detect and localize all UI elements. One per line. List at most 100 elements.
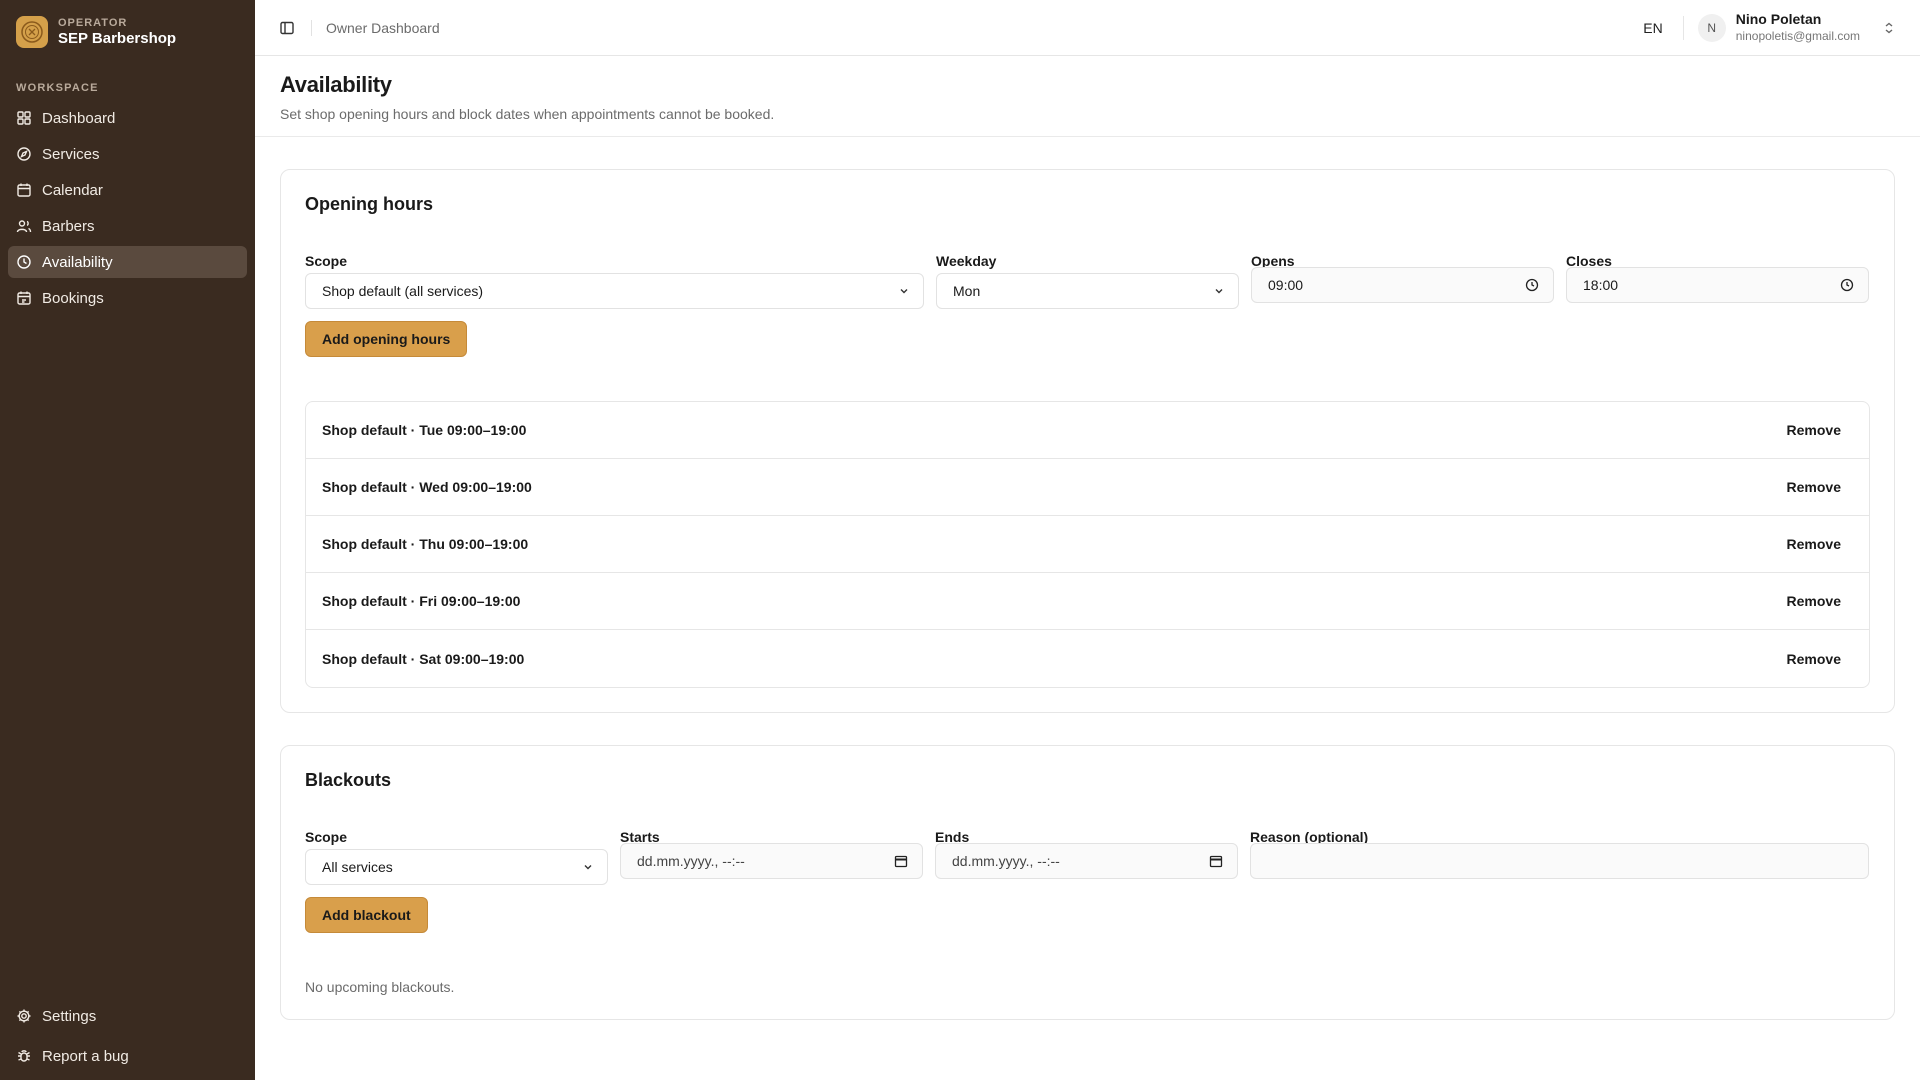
nav-section-label: WORKSPACE	[16, 82, 99, 94]
bo-scope-label: Scope	[305, 829, 348, 845]
opening-hours-title: Opening hours	[305, 194, 433, 214]
remove-button[interactable]: Remove	[1787, 422, 1841, 438]
bo-scope-field: Scope All services	[305, 829, 608, 885]
gear-icon	[17, 1009, 31, 1023]
oh-opens-field: Opens 09:00	[1251, 253, 1554, 303]
users-icon	[16, 220, 32, 233]
language-switcher[interactable]: EN	[1643, 20, 1662, 36]
app-root: OPERATOR SEP Barbershop WORKSPACE Dashbo…	[0, 0, 1920, 1080]
sidebar-item-label: Bookings	[42, 289, 104, 307]
hours-row-text: Shop default · Thu 09:00–19:00	[322, 536, 529, 552]
user-separator	[1682, 15, 1684, 40]
user-menu[interactable]: N Nino Poletan ninopoletis@gmail.com	[1697, 11, 1896, 44]
calendar-icon[interactable]	[894, 854, 908, 868]
calendar-icon	[17, 183, 31, 197]
remove-button[interactable]: Remove	[1787, 593, 1841, 609]
topbar: Owner Dashboard EN N Nino Poletan ninopo…	[255, 0, 1920, 56]
sidebar-toggle-icon	[280, 21, 294, 34]
oh-closes-value: 18:00	[1583, 277, 1619, 293]
page-title: Availability	[280, 72, 392, 97]
opening-hours-list: Shop default · Tue 09:00–19:00 Remove Sh…	[305, 401, 1870, 688]
blackouts-title: Blackouts	[305, 770, 392, 790]
chevron-down-icon	[584, 865, 592, 870]
breadcrumb[interactable]: Owner Dashboard	[326, 20, 440, 36]
calendar-check-icon	[17, 291, 31, 305]
calendar-icon[interactable]	[1209, 854, 1223, 868]
content: Opening hours Scope Shop default (all se…	[255, 137, 1920, 1020]
hours-row-text: Shop default · Tue 09:00–19:00	[322, 422, 527, 438]
chevron-up-down-icon	[1885, 22, 1893, 33]
chevron-down-icon	[900, 289, 908, 294]
list-item: Shop default · Fri 09:00–19:00 Remove	[306, 573, 1869, 630]
sidebar: OPERATOR SEP Barbershop WORKSPACE Dashbo…	[0, 0, 255, 1080]
barbershop-logo-icon	[16, 16, 48, 48]
bug-icon	[18, 1050, 30, 1062]
sidebar-toggle-button[interactable]	[273, 14, 301, 42]
oh-scope-label: Scope	[305, 253, 348, 269]
oh-opens-value: 09:00	[1268, 277, 1304, 293]
sidebar-item-label: Services	[42, 145, 100, 163]
main-area: Owner Dashboard EN N Nino Poletan ninopo…	[255, 0, 1920, 1080]
oh-weekday-label: Weekday	[936, 253, 997, 269]
sidebar-item-label: Settings	[42, 1007, 97, 1025]
clock-icon[interactable]	[1525, 278, 1539, 292]
brand-text: OPERATOR SEP Barbershop	[58, 17, 176, 47]
user-email: ninopoletis@gmail.com	[1735, 28, 1860, 43]
bo-reason-field: Reason (optional)	[1250, 829, 1869, 879]
sidebar-item-settings[interactable]: Settings	[8, 1000, 247, 1032]
remove-button[interactable]: Remove	[1787, 536, 1841, 552]
user-name: Nino Poletan	[1735, 11, 1822, 28]
brand-name: SEP Barbershop	[58, 29, 177, 47]
oh-weekday-value: Mon	[953, 283, 981, 299]
bo-ends-field: Ends dd.mm.yyyy., --:--	[935, 829, 1238, 879]
avatar: N	[1697, 13, 1726, 42]
sidebar-item-availability[interactable]: Availability	[8, 246, 247, 278]
sidebar-nav: Dashboard Services Calendar Barbers Avai…	[0, 102, 255, 314]
bo-reason-input[interactable]	[1250, 843, 1869, 879]
bo-scope-select[interactable]: All services	[305, 849, 608, 885]
clock-icon[interactable]	[1840, 278, 1854, 292]
oh-closes-input[interactable]: 18:00	[1566, 267, 1869, 303]
brand-overline: OPERATOR	[58, 17, 128, 30]
sidebar-item-label: Dashboard	[42, 109, 116, 127]
list-item: Shop default · Thu 09:00–19:00 Remove	[306, 516, 1869, 573]
hours-row-text: Shop default · Sat 09:00–19:00	[322, 650, 525, 667]
oh-scope-select[interactable]: Shop default (all services)	[305, 273, 924, 309]
bo-ends-placeholder: dd.mm.yyyy., --:--	[952, 853, 1060, 869]
page-subtitle: Set shop opening hours and block dates w…	[280, 106, 775, 122]
bo-starts-placeholder: dd.mm.yyyy., --:--	[637, 853, 745, 869]
sidebar-item-bookings[interactable]: Bookings	[8, 282, 247, 314]
list-item: Shop default · Sat 09:00–19:00 Remove	[306, 630, 1869, 687]
list-item: Shop default · Tue 09:00–19:00 Remove	[306, 402, 1869, 459]
bo-ends-input[interactable]: dd.mm.yyyy., --:--	[935, 843, 1238, 879]
oh-weekday-field: Weekday Mon	[936, 253, 1239, 309]
oh-closes-field: Closes 18:00	[1566, 253, 1869, 303]
oh-opens-input[interactable]: 09:00	[1251, 267, 1554, 303]
bo-starts-input[interactable]: dd.mm.yyyy., --:--	[620, 843, 923, 879]
remove-button[interactable]: Remove	[1787, 479, 1841, 495]
opening-hours-form: Scope Shop default (all services) Weekda…	[305, 253, 1870, 309]
blackouts-card: Blackouts Scope All services Starts dd.m…	[280, 745, 1895, 1020]
compass-icon	[17, 147, 31, 161]
add-blackout-button[interactable]: Add blackout	[305, 897, 428, 933]
sidebar-item-report-bug[interactable]: Report a bug	[8, 1040, 247, 1072]
add-opening-hours-button[interactable]: Add opening hours	[305, 321, 468, 357]
sidebar-item-services[interactable]: Services	[8, 138, 247, 170]
hours-row-text: Shop default · Wed 09:00–19:00	[322, 479, 532, 495]
remove-button[interactable]: Remove	[1787, 651, 1841, 667]
sidebar-item-dashboard[interactable]: Dashboard	[8, 102, 247, 134]
oh-weekday-select[interactable]: Mon	[936, 273, 1239, 309]
sidebar-item-label: Barbers	[42, 217, 95, 235]
blackouts-form: Scope All services Starts dd.mm.yyyy., -…	[305, 829, 1870, 885]
opening-hours-card: Opening hours Scope Shop default (all se…	[280, 169, 1895, 713]
sidebar-item-label: Report a bug	[42, 1047, 129, 1065]
brand[interactable]: OPERATOR SEP Barbershop	[0, 0, 255, 64]
sidebar-item-label: Calendar	[42, 181, 103, 199]
user-text: Nino Poletan ninopoletis@gmail.com	[1736, 11, 1860, 44]
sidebar-item-calendar[interactable]: Calendar	[8, 174, 247, 206]
oh-scope-value: Shop default (all services)	[322, 283, 484, 299]
sidebar-item-barbers[interactable]: Barbers	[8, 210, 247, 242]
hours-row-text: Shop default · Fri 09:00–19:00	[322, 593, 521, 609]
sidebar-item-label: Availability	[42, 253, 113, 271]
